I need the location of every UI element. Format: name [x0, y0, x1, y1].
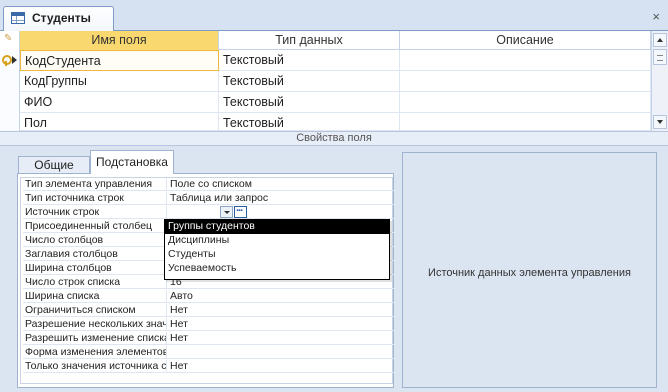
dropdown-option[interactable]: Успеваемость	[165, 262, 389, 276]
column-header-data-type[interactable]: Тип данных	[219, 31, 400, 50]
data-type-cell[interactable]: Текстовый	[219, 92, 400, 113]
dropdown-option[interactable]: Группы студентов	[165, 220, 389, 234]
row-selector[interactable]	[0, 71, 20, 92]
help-text: Источник данных элемента управления	[428, 267, 631, 279]
current-row-arrow-icon	[12, 56, 17, 64]
property-label: Ширина столбцов	[23, 262, 167, 275]
table-row[interactable]: Пол Текстовый	[0, 113, 651, 131]
dropdown-option[interactable]: Студенты	[165, 248, 389, 262]
description-cell[interactable]	[400, 71, 651, 92]
description-cell[interactable]	[400, 92, 651, 113]
property-row[interactable]: Тип источника строк Таблица или запрос	[23, 192, 394, 205]
column-header-field-name[interactable]: Имя поля	[20, 31, 219, 50]
primary-key-icon	[2, 55, 12, 66]
tab-general[interactable]: Общие	[18, 156, 90, 174]
property-value[interactable]: Нет	[168, 332, 394, 345]
property-row[interactable]: Разрешение нескольких значенийНет	[23, 318, 394, 331]
document-tab-bar: Студенты ×	[0, 0, 668, 31]
property-row[interactable]: Источник строк ...	[23, 202, 394, 219]
scroll-down-icon[interactable]	[653, 115, 667, 129]
property-row[interactable]: Форма изменения элементов списка	[23, 346, 394, 359]
property-value[interactable]: Нет	[168, 318, 394, 331]
dropdown-arrow-icon[interactable]	[220, 206, 233, 218]
property-row[interactable]: Ограничиться списком Нет	[23, 304, 394, 317]
description-cell[interactable]	[400, 113, 651, 131]
help-panel: Источник данных элемента управления	[402, 152, 657, 388]
row-selector[interactable]	[0, 50, 20, 71]
close-icon[interactable]: ×	[652, 10, 660, 23]
property-value[interactable]: Авто	[168, 290, 394, 303]
property-label: Тип источника строк	[23, 192, 167, 205]
description-cell[interactable]	[400, 50, 651, 71]
property-label: Число столбцов	[23, 234, 167, 247]
data-type-cell[interactable]: Текстовый	[219, 50, 400, 71]
property-value[interactable]: Нет	[168, 304, 394, 317]
tab-students[interactable]: Студенты	[3, 6, 114, 31]
property-row[interactable]: Тип элемента управления Поле со списком	[23, 178, 394, 191]
property-label: Присоединенный столбец	[23, 220, 167, 233]
data-type-cell[interactable]: Текстовый	[219, 113, 400, 131]
property-row[interactable]: Ширина списка Авто	[23, 290, 394, 303]
vertical-scrollbar[interactable]	[651, 31, 668, 131]
pencil-icon: ✎	[4, 33, 13, 44]
property-label: Форма изменения элементов списка	[25, 346, 167, 359]
property-label: Заглавия столбцов	[23, 248, 167, 261]
property-label: Только значения источника строк	[25, 360, 167, 373]
property-sheet: Тип элемента управления Поле со списком Т…	[17, 173, 394, 388]
property-grid: Тип элемента управления Поле со списком Т…	[20, 177, 394, 384]
property-value[interactable]: Таблица или запрос	[168, 192, 394, 205]
table-row[interactable]: КодСтудента Текстовый	[0, 50, 651, 71]
field-name-cell[interactable]: КодГруппы	[20, 71, 219, 92]
tab-lookup[interactable]: Подстановка	[90, 150, 174, 174]
data-type-cell[interactable]: Текстовый	[219, 71, 400, 92]
build-ellipsis-icon[interactable]: ...	[234, 202, 247, 218]
table-row[interactable]: ФИО Текстовый	[0, 92, 651, 113]
dropdown-option[interactable]: Дисциплины	[165, 234, 389, 248]
row-selector[interactable]	[0, 113, 20, 131]
property-row[interactable]: Разрешить изменение списка значенийНет	[23, 332, 394, 345]
field-properties-header: Свойства поля	[0, 131, 668, 146]
table-row[interactable]: КодГруппы Текстовый	[0, 71, 651, 92]
property-label: Разрешение нескольких значений	[25, 318, 167, 331]
property-label: Тип элемента управления	[23, 178, 167, 191]
property-label: Число строк списка	[23, 276, 167, 289]
header-selector[interactable]: ✎	[0, 31, 20, 50]
field-name-cell[interactable]: ФИО	[20, 92, 219, 113]
grid-header: ✎ Имя поля Тип данных Описание	[0, 31, 651, 50]
row-selector[interactable]	[0, 92, 20, 113]
tab-title: Студенты	[32, 11, 91, 25]
scroll-up-icon[interactable]	[653, 33, 667, 47]
property-value[interactable]: Поле со списком	[168, 178, 394, 191]
field-name-cell[interactable]: Пол	[20, 113, 219, 131]
field-design-grid: ✎ Имя поля Тип данных Описание КодСтуден…	[0, 31, 668, 131]
column-header-description[interactable]: Описание	[400, 31, 651, 50]
property-value[interactable]: Нет	[168, 360, 394, 373]
property-label: Источник строк	[23, 206, 167, 219]
property-label: Ограничиться списком	[23, 304, 167, 317]
property-label: Разрешить изменение списка значений	[25, 332, 167, 345]
property-label: Ширина списка	[23, 290, 167, 303]
table-icon	[11, 12, 25, 24]
property-value[interactable]	[168, 346, 394, 359]
row-source-dropdown-list[interactable]: Группы студентов Дисциплины Студенты Усп…	[164, 219, 390, 280]
property-row[interactable]: Только значения источника строкНет	[23, 360, 394, 373]
field-name-cell[interactable]: КодСтудента	[20, 50, 219, 71]
row-source-input[interactable]	[168, 206, 394, 219]
scroll-thumb[interactable]	[653, 49, 667, 65]
